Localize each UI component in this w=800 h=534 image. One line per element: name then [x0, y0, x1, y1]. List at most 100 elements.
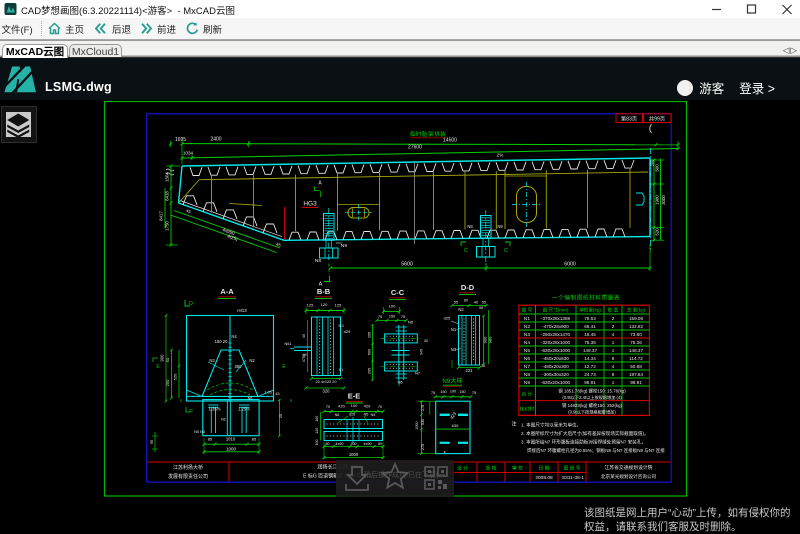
svg-text:-450x20x630: -450x20x630	[542, 356, 569, 361]
svg-text:500: 500	[655, 164, 660, 172]
svg-text:1504: 1504	[165, 172, 170, 182]
svg-text:1: 1	[612, 340, 615, 345]
svg-text:N2: N2	[524, 324, 530, 330]
svg-text:总 重(kg): 总 重(kg)	[627, 307, 646, 313]
svg-text:焊接后N7 环腹螺栓孔径为0.55%；钢板N8 与N7 连接: 焊接后N7 环腹螺栓孔径为0.55%；钢板N8 与N7 连接板N9 与N7 连接…	[527, 447, 666, 454]
svg-text:79.53: 79.53	[584, 316, 596, 321]
svg-text:120: 120	[315, 428, 319, 434]
svg-text:420: 420	[364, 404, 371, 409]
svg-text:630: 630	[452, 423, 459, 428]
svg-text:125: 125	[307, 303, 314, 308]
svg-text:N6: N6	[524, 356, 530, 362]
svg-text:(0.9t以下按规格配套增加): (0.9t以下按规格配套增加)	[568, 409, 616, 416]
svg-text:197.84: 197.84	[629, 372, 643, 377]
svg-text:图 尺寸(mm): 图 尺寸(mm)	[543, 307, 569, 314]
svg-text:98.91: 98.91	[584, 380, 596, 385]
svg-text:320: 320	[323, 389, 331, 394]
svg-text:1695: 1695	[175, 137, 186, 143]
svg-text:N4: N4	[231, 334, 237, 339]
svg-text:2008.08: 2008.08	[535, 475, 553, 481]
svg-text:221: 221	[466, 368, 474, 373]
svg-text:N4: N4	[371, 413, 376, 417]
svg-text:N3: N3	[524, 332, 530, 338]
svg-text:6418: 6418	[165, 191, 170, 201]
svg-text:E: E	[156, 364, 160, 370]
svg-text:8: 8	[612, 356, 615, 361]
svg-text:C-C: C-C	[391, 288, 405, 297]
svg-text:N7: N7	[415, 371, 421, 376]
svg-text:350: 350	[235, 364, 243, 369]
svg-text:-470x28x900: -470x28x900	[542, 324, 569, 329]
svg-text:66.41: 66.41	[584, 324, 596, 329]
svg-text:40: 40	[474, 301, 478, 305]
svg-text:520: 520	[655, 228, 660, 236]
svg-text:1000: 1000	[415, 421, 419, 429]
svg-text:N5: N5	[524, 348, 530, 354]
svg-text:C: C	[464, 248, 468, 254]
svg-text:-630x28x1000: -630x28x1000	[541, 348, 571, 353]
svg-text:420: 420	[338, 404, 345, 409]
svg-text:2. 本图所标尺寸为扩大后尺寸(如有差异按现场实际截面取值): 2. 本图所标尺寸为扩大后尺寸(如有差异按现场实际截面取值)。	[521, 430, 649, 437]
svg-text:98: 98	[479, 306, 483, 310]
svg-text:A-A: A-A	[220, 287, 234, 296]
svg-text:70: 70	[378, 405, 382, 409]
svg-text:4x90: 4x90	[335, 442, 343, 446]
svg-text:图 纸 号: 图 纸 号	[563, 465, 580, 472]
svg-text:N61: N61	[285, 342, 292, 346]
svg-text:8: 8	[612, 372, 615, 377]
svg-text:复 核: 复 核	[486, 465, 497, 472]
svg-text:148.37: 148.37	[583, 348, 597, 353]
svg-text:D-D: D-D	[461, 283, 475, 292]
svg-text:1.25%: 1.25%	[238, 407, 250, 412]
svg-text:85: 85	[208, 437, 213, 442]
svg-text:500: 500	[368, 349, 372, 355]
svg-text:1.05: 1.05	[264, 391, 271, 395]
svg-text:4(25): 4(25)	[227, 233, 239, 241]
svg-text:75: 75	[401, 315, 405, 319]
svg-text:N1: N1	[339, 368, 344, 372]
svg-text:发展有限责任公司: 发展有限责任公司	[168, 473, 208, 480]
svg-text:5600: 5600	[401, 262, 413, 268]
svg-text:75: 75	[431, 391, 435, 395]
svg-text:-320x28x1000: -320x28x1000	[541, 340, 571, 345]
svg-text:数 量: 数 量	[608, 307, 619, 314]
svg-text:共99页: 共99页	[649, 115, 665, 123]
svg-text:合 计: 合 计	[522, 391, 533, 398]
svg-text:345: 345	[420, 349, 424, 355]
svg-text:C: C	[504, 248, 508, 254]
svg-text:55: 55	[482, 301, 486, 305]
svg-text:-630x20x1000: -630x20x1000	[541, 380, 571, 385]
svg-text:钢 1851.78(kg) 螺栓150: 15.78(: 钢 1851.78(kg) 螺栓150: 15.78(kg)	[558, 388, 626, 395]
svg-text:4: 4	[612, 332, 615, 337]
svg-text:审 校: 审 校	[512, 465, 523, 472]
svg-text:N9大样: N9大样	[442, 377, 462, 385]
svg-text:N8: N8	[467, 224, 473, 229]
svg-text:N3: N3	[338, 323, 344, 328]
svg-text:75: 75	[472, 391, 476, 395]
svg-text:18.45: 18.45	[584, 332, 596, 337]
svg-text:150: 150	[459, 390, 465, 394]
svg-text:N3: N3	[209, 358, 215, 363]
svg-text:N9: N9	[524, 380, 530, 386]
svg-text:N2: N2	[249, 358, 255, 363]
svg-text:100: 100	[315, 416, 319, 422]
svg-text:2400: 2400	[210, 137, 221, 143]
svg-text:N8: N8	[524, 372, 530, 378]
svg-text:日 期: 日 期	[539, 466, 550, 472]
svg-text:临时胎架拼装: 临时胎架拼装	[410, 130, 447, 138]
svg-text:北京某光规划设计咨询公司: 北京某光规划设计咨询公司	[601, 473, 657, 480]
svg-text:100: 100	[389, 304, 396, 309]
svg-text:6000: 6000	[564, 262, 576, 268]
svg-text:N6: N6	[408, 320, 414, 325]
svg-text:编 号: 编 号	[522, 307, 533, 314]
svg-text:159.06: 159.06	[629, 316, 643, 321]
svg-text:江苏利扬大桥: 江苏利扬大桥	[173, 464, 203, 471]
svg-text:45: 45	[275, 392, 279, 396]
svg-text:d25: d25	[344, 329, 351, 334]
svg-text:N2: N2	[458, 307, 464, 312]
svg-text:27600: 27600	[408, 144, 422, 150]
svg-text:12.72: 12.72	[584, 364, 596, 369]
svg-text:N7: N7	[524, 364, 530, 370]
svg-text:栓钉材: 栓钉材	[520, 406, 535, 413]
svg-text:2: 2	[612, 324, 615, 329]
